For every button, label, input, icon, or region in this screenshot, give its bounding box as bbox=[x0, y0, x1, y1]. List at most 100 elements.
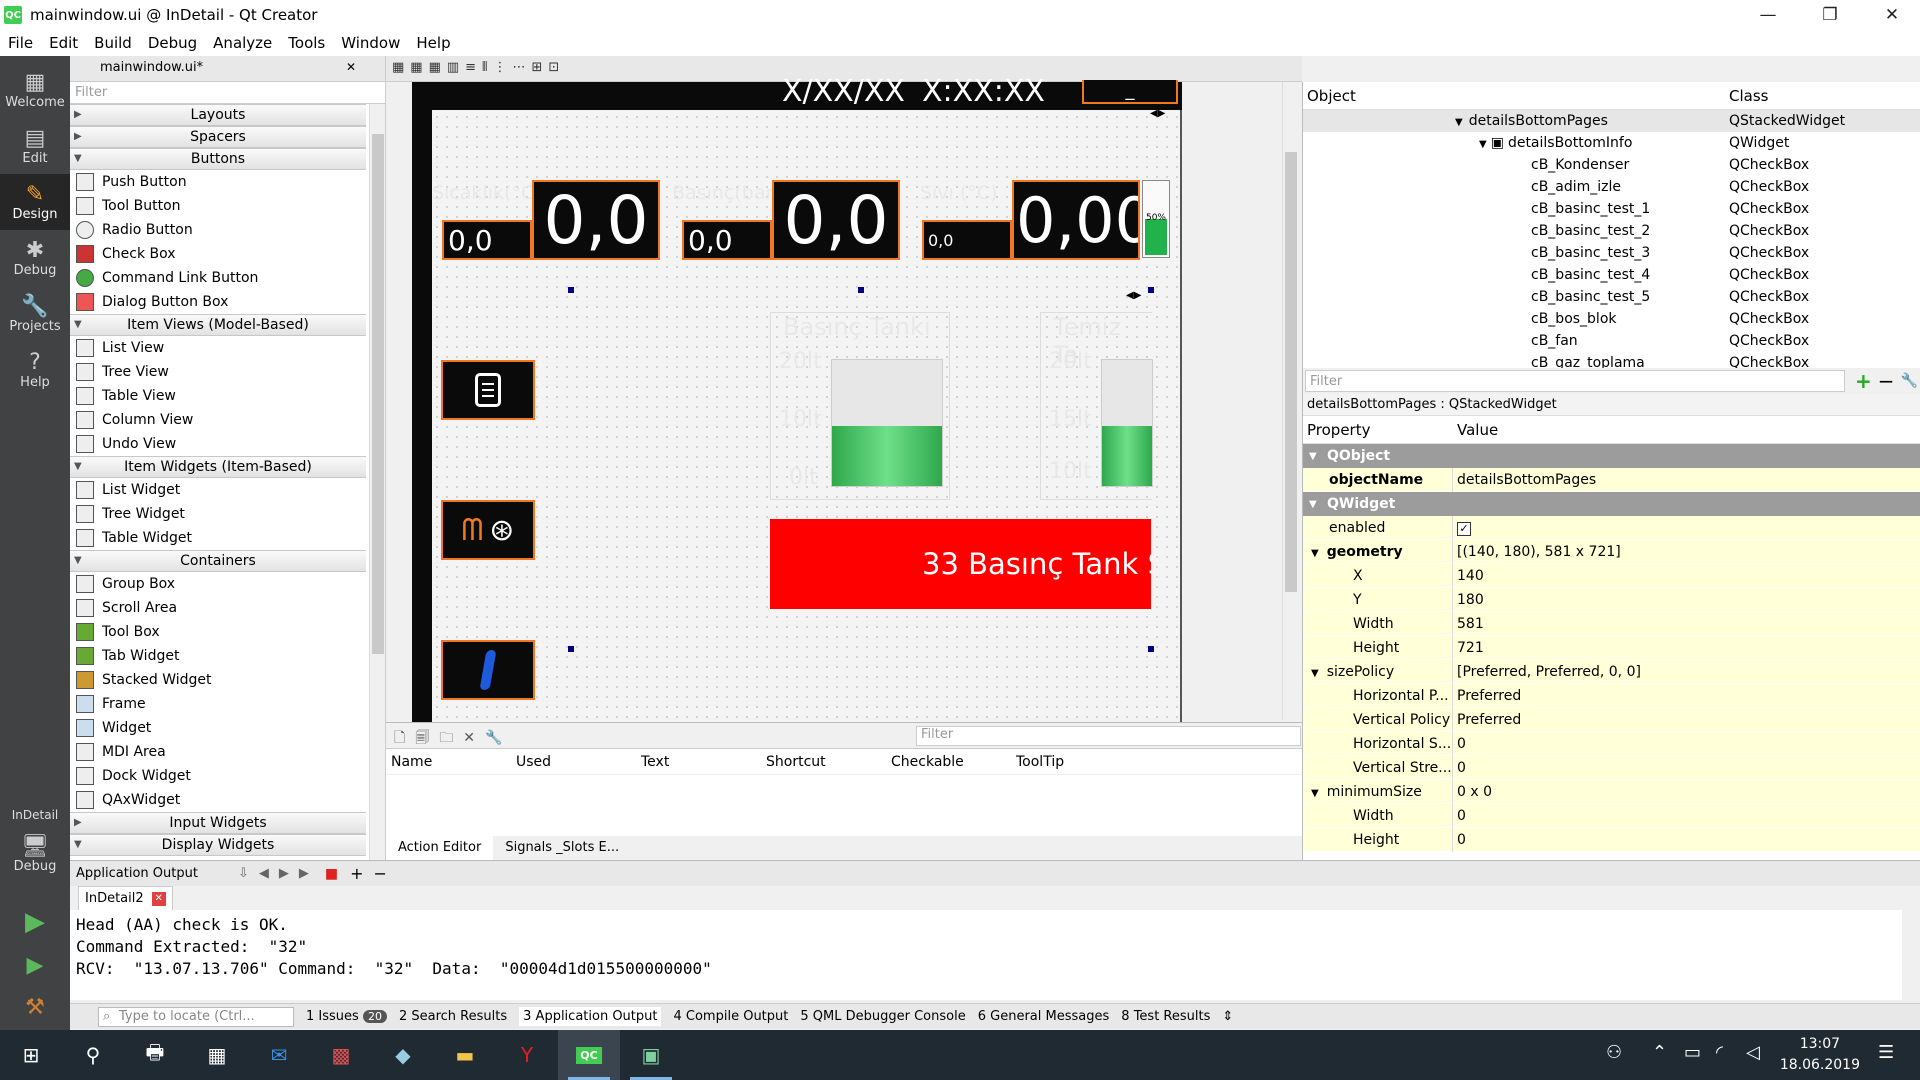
taskbar-app[interactable]: ✉ bbox=[248, 1030, 310, 1080]
mode-welcome[interactable]: ▦ Welcome bbox=[0, 62, 70, 118]
widget-filter-input[interactable]: Filter bbox=[70, 82, 385, 104]
pane-issues[interactable]: 1 Issues 20 bbox=[306, 1009, 387, 1024]
maximize-button[interactable]: ❐ bbox=[1802, 0, 1858, 30]
taskbar-app[interactable]: 🖶 bbox=[124, 1030, 186, 1080]
more-panes-icon[interactable]: ⇕ bbox=[1222, 1009, 1233, 1024]
widget-list-view[interactable]: List View bbox=[70, 336, 366, 360]
widget-dialog-button-box[interactable]: Dialog Button Box bbox=[70, 290, 366, 314]
property-row[interactable]: Horizontal P... Preferred bbox=[1303, 683, 1920, 708]
selection-handle[interactable] bbox=[1148, 287, 1154, 293]
locator-input[interactable]: ⌕ Type to locate (Ctrl... bbox=[98, 1006, 294, 1027]
debug-run-button[interactable]: ▶ bbox=[0, 946, 70, 986]
selection-handle[interactable] bbox=[1148, 646, 1154, 652]
pane-qml-debugger[interactable]: 5 QML Debugger Console bbox=[800, 1009, 965, 1024]
widget-table-view[interactable]: Table View bbox=[70, 384, 366, 408]
selection-handle[interactable] bbox=[858, 287, 864, 293]
widget-group-box[interactable]: Group Box bbox=[70, 572, 366, 596]
close-button[interactable]: ✕ bbox=[1864, 0, 1920, 30]
tree-row[interactable]: cB_basinc_test_4 QCheckBox bbox=[1303, 264, 1920, 286]
category-item-widgets[interactable]: ▼ Item Widgets (Item-Based) bbox=[70, 456, 366, 478]
widget-push-button[interactable]: Push Button bbox=[70, 170, 366, 194]
group-qwidget[interactable]: ▼ QWidget bbox=[1303, 492, 1920, 516]
widget-undo-view[interactable]: Undo View bbox=[70, 432, 366, 456]
output-tab[interactable]: InDetail2 ✕ bbox=[78, 886, 173, 910]
property-row[interactable]: Width 0 bbox=[1303, 803, 1920, 828]
mode-edit[interactable]: ▤ Edit bbox=[0, 118, 70, 174]
tree-row[interactable]: cB_basinc_test_1 QCheckBox bbox=[1303, 198, 1920, 220]
tab-action-editor[interactable]: Action Editor bbox=[386, 836, 494, 860]
file-tab[interactable]: mainwindow.ui* bbox=[100, 60, 203, 75]
category-input-widgets[interactable]: ▶ Input Widgets bbox=[70, 812, 366, 834]
minus-icon[interactable]: − bbox=[373, 864, 386, 883]
layout-tools-icon[interactable]: ▦▦▦▥≡⫴⋮⋯⊞⊡ bbox=[392, 60, 565, 75]
selection-handle[interactable] bbox=[568, 646, 574, 652]
action-filter-input[interactable]: Filter bbox=[916, 726, 1301, 746]
taskbar-app[interactable]: ▦ bbox=[186, 1030, 248, 1080]
notifications-icon[interactable]: ☰ bbox=[1878, 1042, 1894, 1063]
scrollbar-thumb[interactable] bbox=[1285, 152, 1297, 592]
property-row[interactable]: Horizontal S... 0 bbox=[1303, 731, 1920, 756]
build-button[interactable]: ⚒ bbox=[0, 988, 70, 1028]
category-layouts[interactable]: ▶ Layouts bbox=[70, 104, 366, 126]
property-row[interactable]: Y 180 bbox=[1303, 587, 1920, 612]
widget-tool-button[interactable]: Tool Button bbox=[70, 194, 366, 218]
widget-qaxwidget[interactable]: QAxWidget bbox=[70, 788, 366, 812]
minimize-button[interactable]: — bbox=[1740, 0, 1796, 30]
battery-icon[interactable]: ▭ bbox=[1684, 1042, 1701, 1063]
column-header[interactable]: Name bbox=[386, 754, 511, 770]
add-property-icon[interactable]: + bbox=[1855, 369, 1872, 393]
widget-table-widget[interactable]: Table Widget bbox=[70, 526, 366, 550]
property-row[interactable]: Vertical Stre... 0 bbox=[1303, 755, 1920, 780]
menu-help[interactable]: Help bbox=[408, 34, 458, 52]
tree-row[interactable]: cB_fan QCheckBox bbox=[1303, 330, 1920, 352]
taskbar-app[interactable]: ▬ bbox=[434, 1030, 496, 1080]
people-icon[interactable]: ⚇ bbox=[1606, 1042, 1622, 1063]
widget-tree-view[interactable]: Tree View bbox=[70, 360, 366, 384]
widget-dock-widget[interactable]: Dock Widget bbox=[70, 764, 366, 788]
widget-mdi-area[interactable]: MDI Area bbox=[70, 740, 366, 764]
column-header[interactable]: Value bbox=[1453, 421, 1498, 439]
mode-debug[interactable]: ✱ Debug bbox=[0, 230, 70, 286]
menu-list-button[interactable] bbox=[441, 360, 535, 420]
wrench-icon[interactable]: 🔧 bbox=[1901, 373, 1918, 389]
property-row[interactable]: Vertical Policy Preferred bbox=[1303, 707, 1920, 732]
tree-row[interactable]: cB_gaz_toplama QCheckBox bbox=[1303, 352, 1920, 368]
pane-application-output[interactable]: 3 Application Output bbox=[519, 1007, 662, 1026]
chevron-up-icon[interactable]: ⌃ bbox=[1652, 1042, 1667, 1063]
system-clock[interactable]: 13:07 18.06.2019 bbox=[1780, 1034, 1860, 1076]
form-scrollbar[interactable] bbox=[1282, 82, 1298, 720]
heater-fan-button[interactable]: ᗰ ⊛ bbox=[441, 500, 535, 560]
column-header[interactable]: Text bbox=[636, 754, 761, 770]
scrollbar-thumb[interactable] bbox=[372, 134, 384, 654]
taskbar-app[interactable]: ▩ bbox=[310, 1030, 372, 1080]
enabled-checkbox[interactable]: ✓ bbox=[1453, 520, 1471, 536]
menu-analyze[interactable]: Analyze bbox=[205, 34, 280, 52]
output-controls-icon[interactable]: ⇩◀▶▶ bbox=[238, 866, 319, 881]
widget-frame[interactable]: Frame bbox=[70, 692, 366, 716]
property-row[interactable]: X 140 bbox=[1303, 563, 1920, 588]
stop-icon[interactable]: ■ bbox=[325, 866, 338, 882]
widget-scroll-area[interactable]: Scroll Area bbox=[70, 596, 366, 620]
property-row[interactable]: enabled ✓ bbox=[1303, 515, 1920, 540]
column-header[interactable]: Property bbox=[1303, 421, 1453, 439]
tree-row[interactable]: ▼ detailsBottomPages QStackedWidget bbox=[1303, 110, 1920, 132]
mode-projects[interactable]: 🔧 Projects bbox=[0, 286, 70, 342]
widget-radio-button[interactable]: Radio Button bbox=[70, 218, 366, 242]
kit-selector[interactable]: 🖥 Debug bbox=[0, 826, 70, 882]
remove-property-icon[interactable]: − bbox=[1878, 369, 1895, 393]
page-nav-arrows-icon[interactable]: ◀▶ bbox=[1150, 108, 1165, 119]
taskbar-app[interactable]: Y bbox=[496, 1030, 558, 1080]
property-row[interactable]: ▼ minimumSize 0 x 0 bbox=[1303, 779, 1920, 804]
widget-tool-box[interactable]: Tool Box bbox=[70, 620, 366, 644]
taskbar-app[interactable]: ◆ bbox=[372, 1030, 434, 1080]
column-header[interactable]: Used bbox=[511, 754, 636, 770]
menu-tools[interactable]: Tools bbox=[280, 34, 333, 52]
action-tools-icon[interactable]: 🗋🗐🗀✕🔧 bbox=[394, 727, 512, 751]
tree-row[interactable]: ▼ ▣ detailsBottomInfo QWidget bbox=[1303, 132, 1920, 154]
category-buttons[interactable]: ▼ Buttons bbox=[70, 148, 366, 170]
tree-row[interactable]: cB_adim_izle QCheckBox bbox=[1303, 176, 1920, 198]
run-button[interactable]: ▶ bbox=[0, 902, 70, 942]
property-filter-input[interactable]: Filter bbox=[1305, 370, 1846, 392]
widget-tree-widget[interactable]: Tree Widget bbox=[70, 502, 366, 526]
menu-edit[interactable]: Edit bbox=[41, 34, 86, 52]
